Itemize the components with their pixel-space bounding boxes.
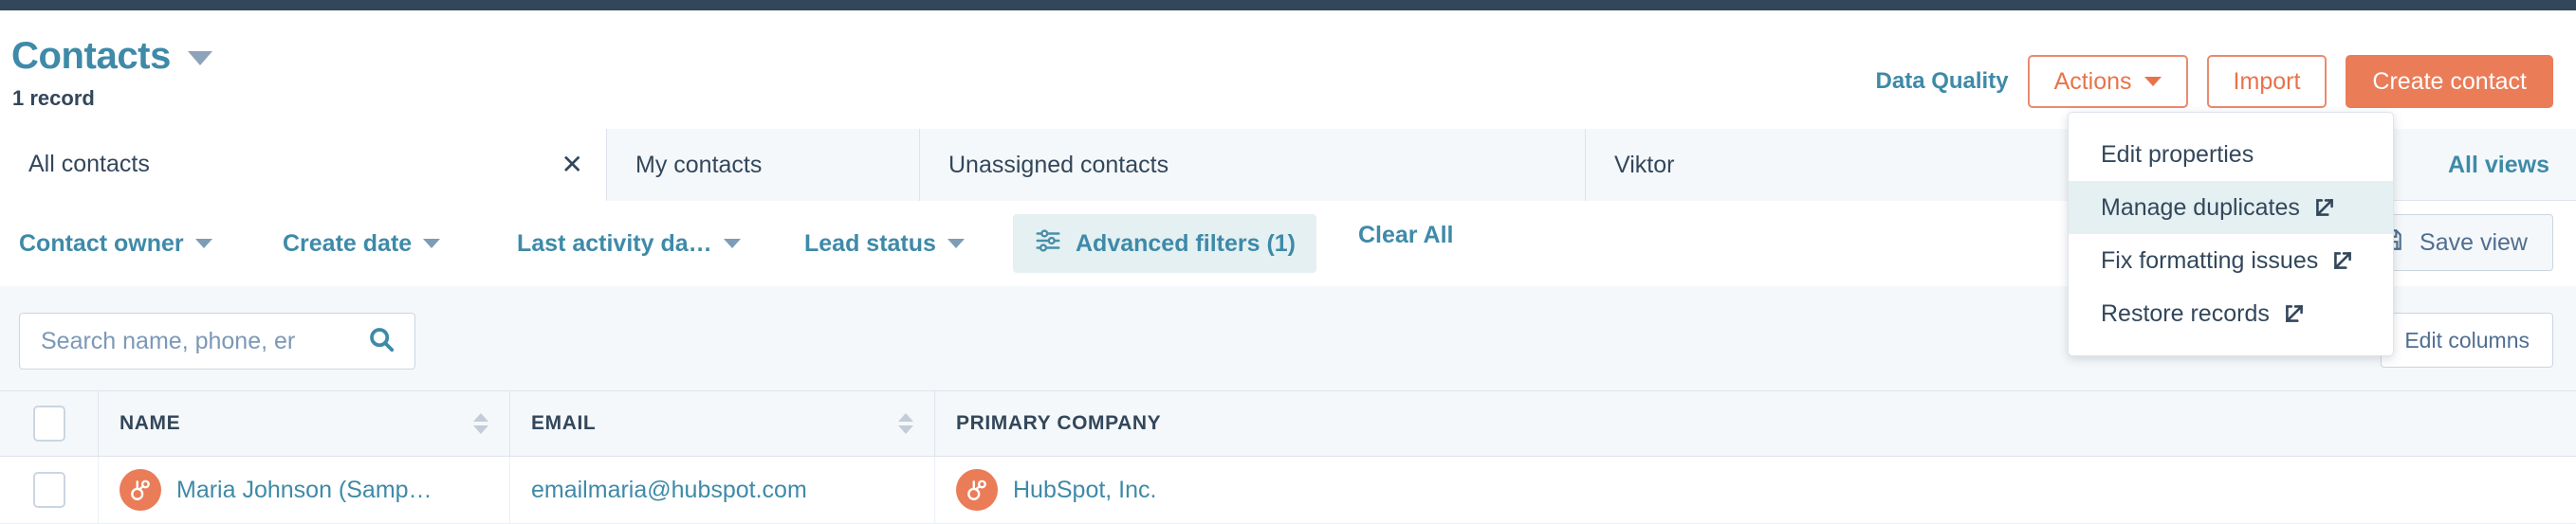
actions-button-label: Actions [2053, 67, 2132, 95]
external-link-icon [2312, 195, 2337, 220]
import-button[interactable]: Import [2206, 55, 2328, 108]
search-box[interactable] [19, 313, 415, 370]
external-link-icon [2330, 248, 2355, 273]
record-count: 1 record [12, 86, 95, 110]
sort-asc-icon [473, 413, 488, 422]
select-all-checkbox[interactable] [32, 406, 65, 442]
import-button-label: Import [2233, 67, 2301, 95]
chevron-down-icon[interactable] [188, 50, 213, 65]
column-header-email[interactable]: EMAIL [510, 391, 935, 456]
menu-item-manage-duplicates[interactable]: Manage duplicates [2069, 181, 2393, 234]
external-link-icon [2282, 301, 2307, 326]
create-contact-button-label: Create contact [2372, 67, 2527, 95]
menu-item-label: Manage duplicates [2101, 193, 2300, 221]
column-header-primary-company[interactable]: PRIMARY COMPANY [935, 391, 2576, 456]
primary-company-link[interactable]: HubSpot, Inc. [1013, 477, 1156, 504]
column-header-name[interactable]: NAME [99, 391, 510, 456]
advanced-filters-button[interactable]: Advanced filters (1) [1013, 214, 1317, 273]
data-quality-link[interactable]: Data Quality [1876, 68, 2009, 95]
tab-viktor[interactable]: Viktor [1586, 129, 2117, 201]
filter-contact-owner[interactable]: Contact owner [19, 222, 212, 265]
chevron-down-icon [723, 239, 741, 248]
filter-lead-status[interactable]: Lead status [804, 222, 965, 265]
chevron-down-icon [947, 239, 965, 248]
actions-dropdown-menu: Edit properties Manage duplicates Fix fo… [2068, 112, 2394, 356]
tab-label: My contacts [635, 151, 763, 178]
filter-label: Lead status [804, 229, 936, 257]
filter-create-date[interactable]: Create date [283, 222, 441, 265]
filter-last-activity-date[interactable]: Last activity da… [517, 222, 741, 265]
search-input[interactable] [39, 326, 367, 356]
menu-item-label: Edit properties [2101, 140, 2254, 168]
page-title-block[interactable]: Contacts [11, 37, 213, 75]
filter-label: Contact owner [19, 229, 184, 257]
menu-item-restore-records[interactable]: Restore records [2069, 287, 2393, 340]
cell-email: emailmaria@hubspot.com [510, 457, 935, 523]
avatar [120, 469, 161, 511]
actions-button[interactable]: Actions [2027, 55, 2188, 108]
select-all-header [0, 391, 99, 456]
global-navigation-bar [0, 0, 2576, 10]
all-views-link[interactable]: All views [2448, 129, 2549, 201]
sliders-icon [1034, 226, 1062, 262]
create-contact-button[interactable]: Create contact [2346, 55, 2553, 108]
menu-item-edit-properties[interactable]: Edit properties [2069, 128, 2393, 181]
column-header-label: PRIMARY COMPANY [956, 412, 1162, 434]
tab-label: All contacts [28, 151, 150, 177]
chevron-down-icon [194, 239, 212, 248]
column-header-label: NAME [120, 412, 181, 434]
contact-name-link[interactable]: Maria Johnson (Samp… [176, 477, 432, 504]
filter-label: Create date [283, 229, 413, 257]
advanced-filters-label: Advanced filters (1) [1076, 229, 1297, 257]
cell-primary-company: HubSpot, Inc. [935, 457, 2576, 523]
clear-all-button[interactable]: Clear All [1358, 222, 1454, 249]
tab-label: Viktor [1614, 151, 1675, 178]
chevron-down-icon [2144, 77, 2162, 86]
table-header-row: NAME EMAIL PRIMARY COMPANY [0, 390, 2576, 457]
avatar [956, 469, 998, 511]
row-select-cell [0, 457, 99, 523]
header-actions: Data Quality Actions Import Create conta… [1876, 55, 2553, 108]
menu-item-label: Restore records [2101, 299, 2270, 327]
menu-item-fix-formatting-issues[interactable]: Fix formatting issues [2069, 234, 2393, 287]
edit-columns-button[interactable]: Edit columns [2381, 313, 2553, 368]
page-title[interactable]: Contacts [11, 37, 171, 75]
sort-desc-icon [898, 425, 913, 434]
sort-toggle-email[interactable] [898, 413, 913, 434]
contact-email-link[interactable]: emailmaria@hubspot.com [531, 477, 807, 504]
tab-my-contacts[interactable]: My contacts [607, 129, 920, 201]
tab-all-contacts[interactable]: All contacts ✕ [0, 129, 607, 201]
save-view-label: Save view [2420, 228, 2528, 256]
tab-label: Unassigned contacts [948, 151, 1169, 178]
cell-name: Maria Johnson (Samp… [99, 457, 510, 523]
tab-unassigned-contacts[interactable]: Unassigned contacts [920, 129, 1586, 201]
row-checkbox[interactable] [32, 472, 65, 508]
filter-label: Last activity da… [517, 229, 712, 257]
column-header-label: EMAIL [531, 412, 597, 434]
contacts-table: NAME EMAIL PRIMARY COMPANY Maria Johnson… [0, 390, 2576, 524]
close-icon[interactable]: ✕ [561, 151, 583, 178]
menu-item-label: Fix formatting issues [2101, 246, 2319, 274]
sort-toggle-name[interactable] [473, 413, 488, 434]
table-row[interactable]: Maria Johnson (Samp… emailmaria@hubspot.… [0, 457, 2576, 524]
sort-asc-icon [898, 413, 913, 422]
chevron-down-icon [423, 239, 441, 248]
search-icon[interactable] [367, 325, 396, 358]
sort-desc-icon [473, 425, 488, 434]
